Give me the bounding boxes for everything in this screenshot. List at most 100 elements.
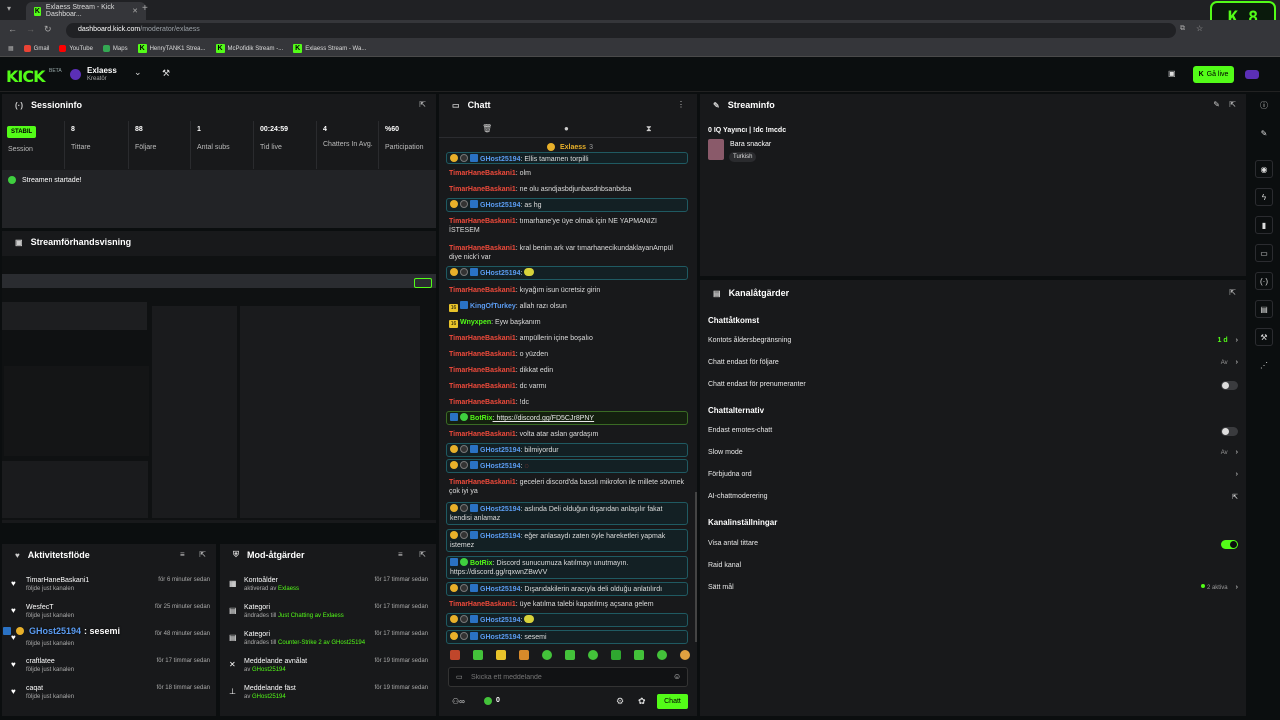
user-avatar[interactable] — [1245, 70, 1259, 79]
emote-icon[interactable] — [611, 650, 621, 660]
emote-icon[interactable] — [519, 650, 529, 660]
browser-tab[interactable]: K Exlaess Stream - Kick Dashboar... ✕ — [26, 2, 146, 20]
emote-icon[interactable] — [634, 650, 644, 660]
chat-username[interactable]: TimarHaneBaskani1 — [449, 245, 516, 252]
setting-banned-words[interactable]: Förbjudna ord › — [708, 471, 1238, 478]
chat-link[interactable]: : https://discord.gg/FD5CJr8PNY — [493, 415, 595, 422]
emote-icon[interactable] — [450, 650, 460, 660]
reload-icon[interactable]: ↻ — [44, 24, 52, 35]
emote-icon[interactable] — [473, 650, 483, 660]
external-link-icon[interactable]: ⇱ — [199, 550, 206, 559]
chat-username[interactable]: TimarHaneBaskani1 — [449, 399, 516, 406]
kick-logo[interactable]: KICK — [6, 67, 45, 86]
setting-slow-mode[interactable]: Slow mode Av › — [708, 449, 1238, 456]
chat-username[interactable]: GHost25194 — [480, 447, 520, 454]
emote-icon[interactable] — [588, 650, 598, 660]
chat-username[interactable]: TimarHaneBaskani1 — [449, 431, 516, 438]
emote-icon[interactable] — [542, 650, 552, 660]
setting-raid-channel[interactable]: Raid kanal — [708, 562, 1238, 569]
mod-action-link[interactable]: GHost25194 — [252, 694, 286, 700]
chat-username[interactable]: KingOfTurkey — [470, 303, 516, 310]
show-viewers-toggle[interactable] — [1221, 540, 1238, 549]
mod-action-link[interactable]: Counter-Strike 2 av GHost25194 — [278, 640, 365, 646]
emote-icon[interactable] — [496, 650, 506, 660]
edit-icon[interactable]: ✎ — [1213, 100, 1220, 109]
broadcast-icon[interactable]: (·) — [1255, 272, 1273, 290]
mod-action-link[interactable]: Exlaess — [278, 586, 299, 592]
share-icon[interactable]: ⋰ — [1255, 356, 1273, 374]
trash-icon[interactable]: ▮ — [1255, 216, 1273, 234]
bookmark-gmail[interactable]: Gmail — [23, 45, 49, 52]
bookmark-mcpofidik[interactable]: K McPofidik Stream -... — [215, 44, 283, 53]
chat-username[interactable]: GHost25194 — [480, 533, 520, 540]
apps-icon[interactable]: ▦ — [8, 45, 14, 52]
chat-username[interactable]: TimarHaneBaskani1 — [449, 218, 516, 225]
bookmark-exlaess[interactable]: K Exlaess Stream - Wa... — [293, 44, 366, 53]
chat-username[interactable]: TimarHaneBaskani1 — [449, 479, 516, 486]
camera-icon[interactable]: ◉ — [1255, 160, 1273, 178]
emote-icon[interactable] — [680, 650, 690, 660]
url-field[interactable]: dashboard.kick.com/moderator/exlaess — [66, 23, 1176, 38]
chat-username[interactable]: BotRix — [470, 415, 493, 422]
emoji-icon[interactable]: ☺ — [673, 672, 681, 681]
chat-username[interactable]: GHost25194 — [480, 617, 520, 624]
forward-icon[interactable]: → — [26, 24, 35, 34]
chat-bubble-icon[interactable]: ● — [564, 124, 569, 133]
chevron-down-icon[interactable]: ⌄ — [134, 67, 142, 78]
chat-scrollbar[interactable] — [695, 492, 697, 642]
bolt-icon[interactable]: ϟ — [1255, 188, 1273, 206]
chat-username[interactable]: GHost25194 — [480, 634, 520, 641]
chat-username[interactable]: GHost25194 — [480, 586, 520, 593]
translate-icon[interactable]: ⧉ — [1180, 25, 1185, 33]
stream-tag[interactable]: Turkish — [729, 152, 757, 162]
bookmark-youtube[interactable]: YouTube — [59, 45, 93, 52]
external-link-icon[interactable]: ⇱ — [1229, 100, 1236, 109]
chat-username[interactable]: GHost25194 — [480, 202, 520, 209]
more-options-icon[interactable]: ⋮ — [677, 100, 685, 109]
chat-username[interactable]: TimarHaneBaskani1 — [449, 367, 516, 374]
chat-username[interactable]: Wnyxpen — [460, 319, 491, 326]
chat-username[interactable]: BotRix — [470, 560, 493, 567]
chat-username[interactable]: TimarHaneBaskani1 — [449, 351, 516, 358]
chat-username[interactable]: GHost25194 — [480, 506, 520, 513]
chat-username[interactable]: GHost25194 — [480, 156, 520, 163]
back-icon[interactable]: ← — [8, 24, 17, 34]
emote-icon[interactable] — [657, 650, 667, 660]
close-icon[interactable]: ✕ — [132, 7, 138, 15]
chat-username[interactable]: TimarHaneBaskani1 — [449, 170, 516, 177]
emote-icon[interactable] — [565, 650, 575, 660]
chat-input-box[interactable]: ▭ ☺ — [448, 667, 688, 687]
setting-ai-moderation[interactable]: AI-chattmoderering ⇱ — [708, 493, 1238, 501]
chat-input[interactable] — [471, 671, 661, 684]
mod-action-link[interactable]: GHost25194 — [252, 667, 286, 673]
external-link-icon[interactable]: ⇱ — [1229, 288, 1236, 297]
setting-account-age[interactable]: Kontots åldersbegränsning 1 d › — [708, 337, 1238, 344]
send-chat-button[interactable]: Chatt — [657, 694, 688, 709]
settings-icon[interactable]: ⚙ — [616, 696, 624, 707]
chat-username[interactable]: TimarHaneBaskani1 — [449, 186, 516, 193]
info-icon[interactable]: ⓘ — [1255, 96, 1273, 114]
setting-goals[interactable]: Sätt mål 2 aktiva › — [708, 584, 1238, 591]
chat-icon[interactable]: ▭ — [1255, 244, 1273, 262]
pinned-user[interactable]: Exlaess — [560, 144, 586, 151]
chat-username[interactable]: TimarHaneBaskani1 — [449, 383, 516, 390]
filter-icon[interactable]: ≡ — [398, 550, 403, 559]
tab-search-icon[interactable]: ▾ — [7, 4, 11, 13]
emotes-only-toggle[interactable] — [1221, 427, 1238, 436]
people-icon[interactable]: ⚇∞ — [452, 697, 465, 706]
go-live-button[interactable]: K Gå live — [1193, 66, 1234, 83]
chat-username[interactable]: TimarHaneBaskani1 — [449, 287, 516, 294]
setting-followers-only[interactable]: Chatt endast för följare Av › — [708, 359, 1238, 366]
filter-icon[interactable]: ≡ — [180, 550, 185, 559]
hammer-icon[interactable]: ⚒ — [162, 68, 170, 79]
gift-icon[interactable]: ✿ — [638, 696, 646, 707]
hourglass-icon[interactable]: ⧗ — [646, 124, 652, 134]
chat-username[interactable]: GHost25194 — [480, 463, 520, 470]
mod-action-link[interactable]: Just Chatting av Exlaess — [278, 613, 344, 619]
external-link-icon[interactable]: ⇱ — [419, 550, 426, 559]
new-tab-icon[interactable]: + — [142, 3, 148, 14]
wrench-icon[interactable]: ⚒ — [1255, 328, 1273, 346]
monitor-icon[interactable]: ▣ — [1168, 69, 1176, 78]
chat-username[interactable]: GHost25194 — [480, 270, 520, 277]
bookmark-maps[interactable]: Maps — [102, 45, 128, 52]
